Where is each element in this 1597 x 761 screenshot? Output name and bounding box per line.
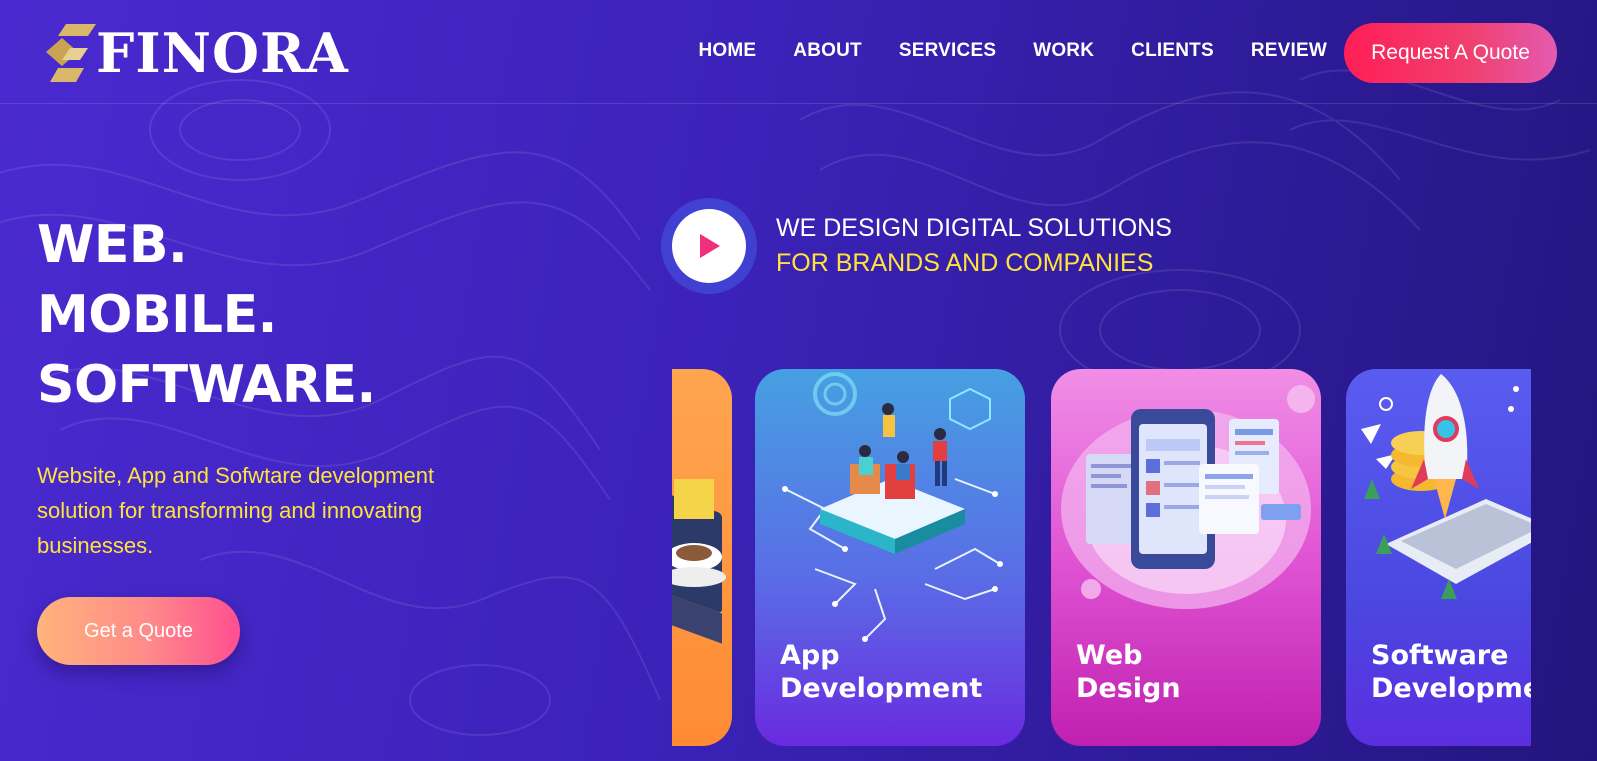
hero-line-software: SOFTWARE. (37, 355, 376, 415)
nav-clients[interactable]: CLIENTS (1131, 40, 1214, 62)
nav-about[interactable]: ABOUT (793, 40, 862, 62)
service-card-partial[interactable] (672, 369, 732, 746)
hero-line-web: WEB. (37, 215, 188, 275)
service-card-web-design[interactable]: Web Design (1051, 369, 1321, 746)
service-card-software-development[interactable]: Software Development (1346, 369, 1531, 746)
card-label-line-2: Development (1371, 673, 1531, 704)
hero-description: Website, App and Sofwtare development so… (37, 463, 435, 558)
nav-work[interactable]: WORK (1033, 40, 1094, 62)
card-label-line-1: App (780, 640, 840, 671)
play-icon (700, 234, 720, 258)
tagline-line-1: WE DESIGN DIGITAL SOLUTIONS (776, 214, 1172, 242)
nav-home[interactable]: HOME (698, 40, 756, 62)
site-header: FINORA HOME ABOUT SERVICES WORK CLIENTS … (0, 0, 1597, 104)
card-label-web-design: Web Design (1076, 639, 1181, 705)
brand-logo[interactable]: FINORA (44, 22, 349, 84)
service-card-app-development[interactable]: App Development (755, 369, 1025, 746)
logo-mark-icon (46, 24, 96, 82)
services-carousel: App Development Web Design Software Deve… (672, 369, 1531, 761)
main-nav: HOME ABOUT SERVICES WORK CLIENTS REVIEW (698, 40, 1327, 62)
get-quote-button[interactable]: Get a Quote (37, 597, 240, 665)
card-label-line-2: Design (1076, 673, 1181, 704)
brand-name: FINORA (96, 21, 349, 85)
nav-review[interactable]: REVIEW (1251, 40, 1327, 62)
play-button-circle (672, 209, 746, 283)
laptop-illustration-icon (672, 479, 726, 644)
card-label-line-2: Development (780, 673, 983, 704)
card-label-line-1: Software (1371, 640, 1509, 671)
request-quote-button[interactable]: Request A Quote (1344, 23, 1557, 83)
nav-services[interactable]: SERVICES (899, 40, 996, 62)
tagline-line-2: FOR BRANDS AND COMPANIES (776, 249, 1154, 277)
hero-line-mobile: MOBILE. (37, 285, 277, 345)
card-label-app-development: App Development (780, 639, 982, 705)
play-video-button[interactable] (661, 198, 757, 294)
card-label-line-1: Web (1076, 640, 1143, 671)
card-label-software-development: Software Development (1371, 639, 1531, 705)
hero-title: WEB. MOBILE. SOFTWARE. (37, 210, 376, 420)
